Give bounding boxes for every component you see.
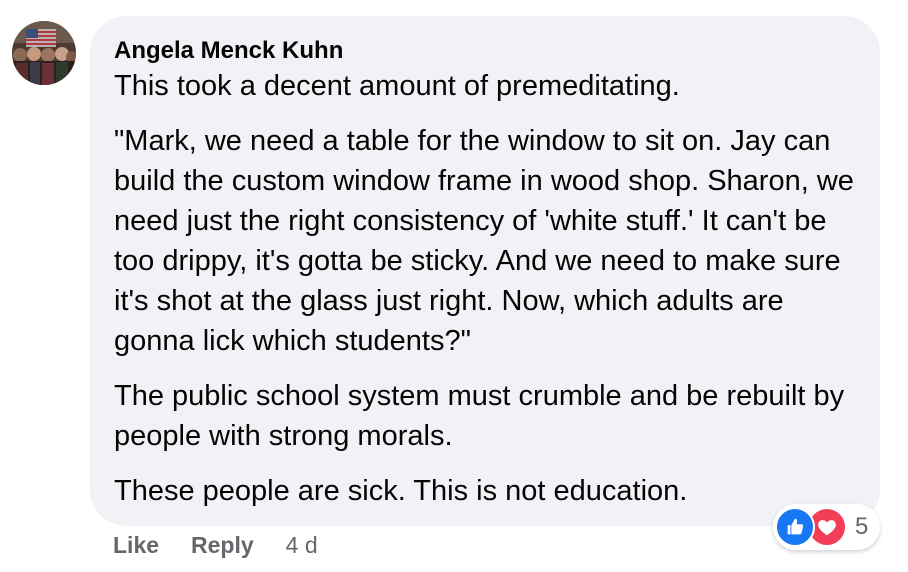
comment-paragraph: "Mark, we need a table for the window to… [114, 125, 854, 357]
comment-paragraph: This took a decent amount of premeditati… [114, 70, 680, 102]
comment-paragraph: The public school system must crumble an… [114, 380, 845, 452]
comment-paragraph: These people are sick. This is not educa… [114, 475, 688, 507]
reply-button[interactable]: Reply [191, 532, 254, 559]
avatar[interactable] [12, 21, 76, 85]
comment-timestamp[interactable]: 4 d [286, 532, 318, 559]
reactions-summary[interactable]: 5 [773, 504, 881, 550]
comment-screenshot: Angela Menck Kuhn This took a decent amo… [0, 0, 908, 572]
like-button[interactable]: Like [113, 532, 159, 559]
avatar-photo [12, 21, 76, 85]
like-icon [775, 507, 815, 547]
comment-author[interactable]: Angela Menck Kuhn [114, 36, 343, 66]
comment-actions: Like Reply 4 d [113, 530, 318, 560]
reaction-count: 5 [855, 513, 869, 540]
comment-bubble: Angela Menck Kuhn This took a decent amo… [90, 16, 880, 526]
comment-body: This took a decent amount of premeditati… [114, 66, 856, 511]
